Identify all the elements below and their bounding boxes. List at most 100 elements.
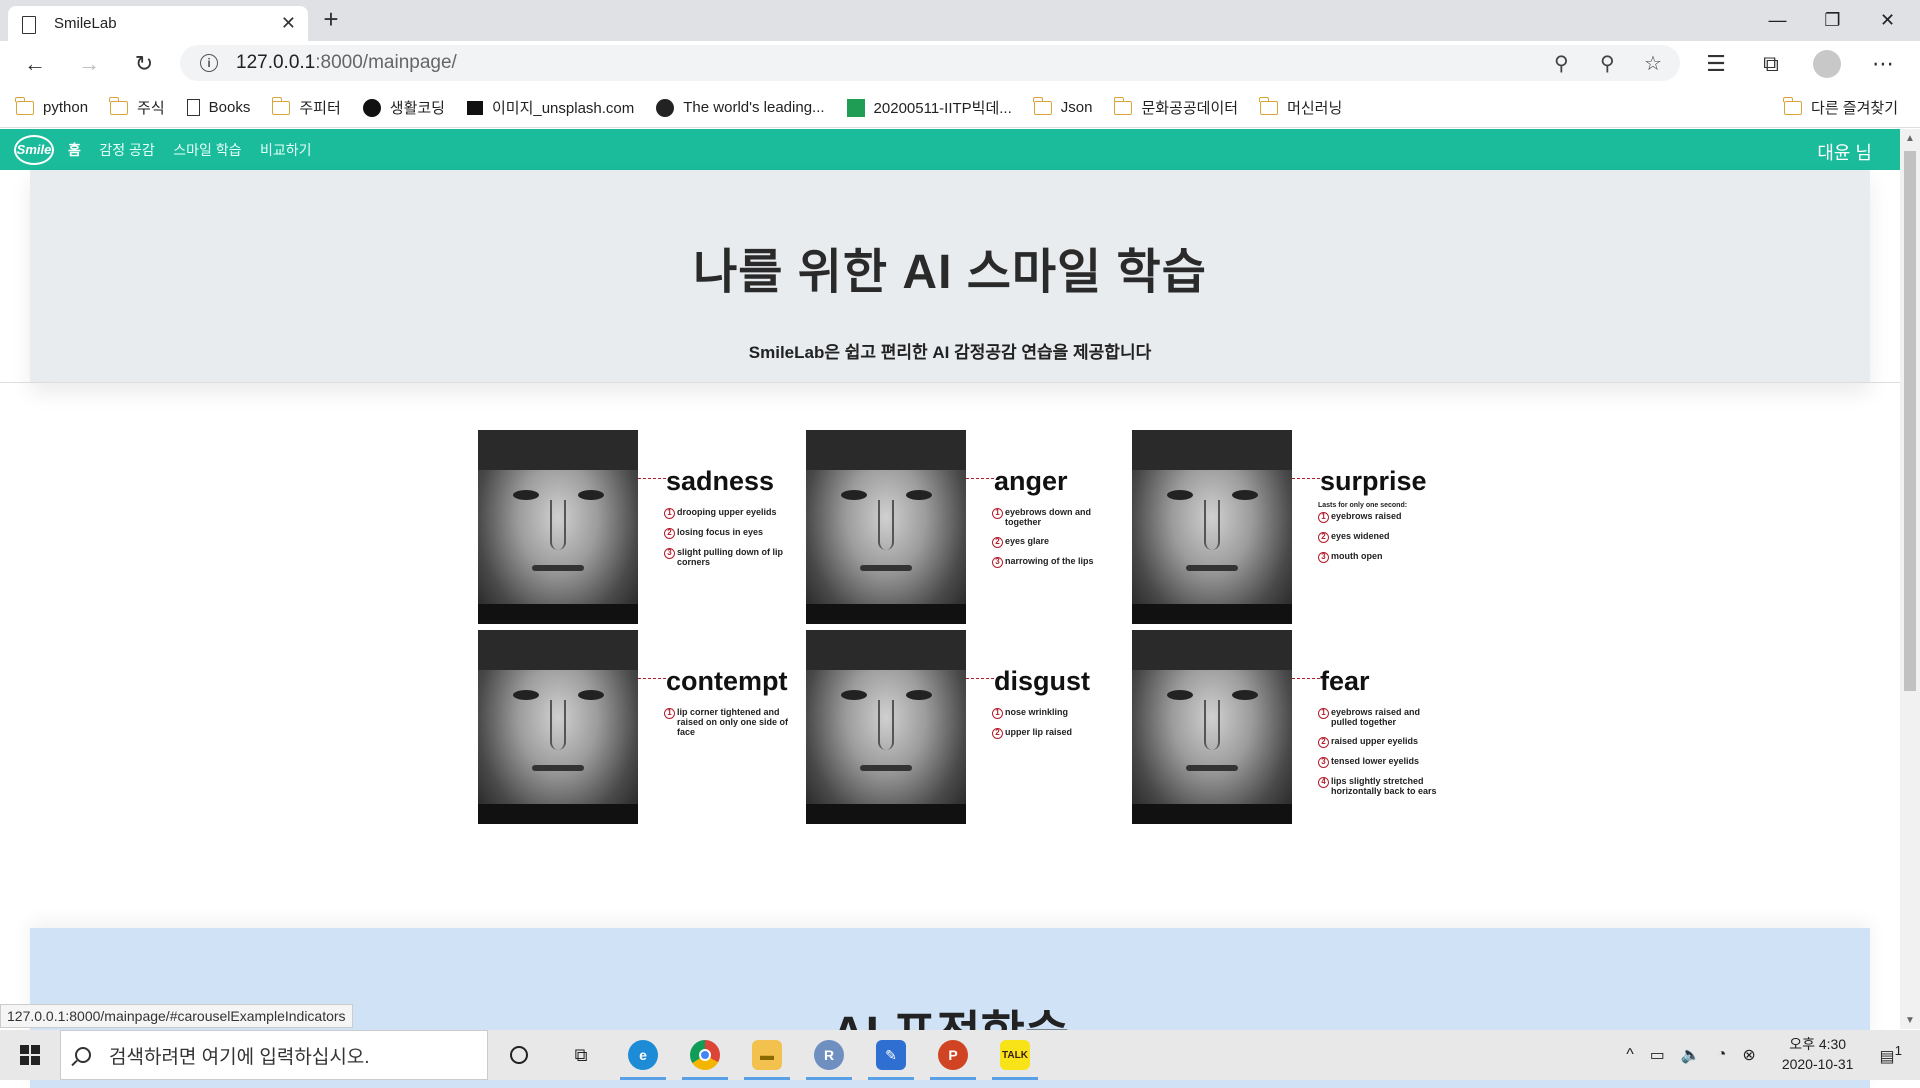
start-button[interactable] bbox=[0, 1030, 60, 1080]
bookmark-unsplash[interactable]: 이미지_unsplash.com bbox=[466, 97, 635, 118]
battery-icon[interactable]: ▭ bbox=[1650, 1045, 1665, 1065]
minimize-button[interactable]: — bbox=[1750, 0, 1805, 40]
smilelab-logo[interactable]: Smile bbox=[14, 134, 54, 165]
bookmark-label: 다른 즐겨찾기 bbox=[1811, 100, 1898, 117]
forward-button[interactable]: → bbox=[72, 47, 106, 81]
emotion-card-surprise: surprise Lasts for only one second: 1 eye… bbox=[1132, 430, 1442, 626]
more-menu-icon[interactable]: ⋯ bbox=[1866, 47, 1900, 81]
file-explorer-app[interactable]: ▬ bbox=[736, 1030, 798, 1080]
face-photo bbox=[806, 430, 966, 624]
emotion-card-anger: anger 1 eyebrows down and together 2 eyes … bbox=[806, 430, 1116, 626]
restore-button[interactable]: ❐ bbox=[1805, 0, 1860, 40]
scroll-down-arrow[interactable]: ▼ bbox=[1900, 1015, 1920, 1026]
search-placeholder: 검색하려면 여기에 입력하십시오. bbox=[109, 1046, 370, 1068]
bookmark-label: The world's leading... bbox=[683, 99, 825, 116]
ime-icon[interactable]: ⊗ bbox=[1742, 1045, 1755, 1065]
back-button[interactable]: ← bbox=[18, 47, 52, 81]
nav-empathy[interactable]: 감정 공감 bbox=[99, 142, 154, 158]
taskbar-search[interactable]: 검색하려면 여기에 입력하십시오. bbox=[60, 1030, 488, 1080]
edge-app[interactable]: e bbox=[612, 1030, 674, 1080]
note-item: 3 tensed lower eyelids bbox=[1318, 756, 1448, 768]
emotion-card-sadness: sadness 1 drooping upper eyelids 2 losing … bbox=[478, 430, 788, 626]
emotion-carousel-image[interactable]: sadness 1 drooping upper eyelids 2 losing … bbox=[478, 430, 1438, 830]
powerpoint-app[interactable]: P bbox=[922, 1030, 984, 1080]
bookmark-label: 이미지_unsplash.com bbox=[491, 100, 635, 117]
nav-compare[interactable]: 비교하기 bbox=[260, 142, 312, 158]
profile-avatar[interactable] bbox=[1810, 47, 1844, 81]
emotion-label: contempt bbox=[666, 666, 788, 696]
note-item: 1 eyebrows down and together bbox=[992, 507, 1122, 528]
scroll-thumb[interactable] bbox=[1904, 151, 1916, 691]
bookmark-culture-data[interactable]: 문화공공데이터 bbox=[1113, 96, 1239, 118]
new-tab-button[interactable]: + bbox=[316, 4, 346, 35]
emotion-notes: 1 lip corner tightened and raised on only… bbox=[664, 707, 794, 747]
unsplash-icon bbox=[466, 100, 483, 115]
face-photo bbox=[1132, 630, 1292, 824]
bookmark-books[interactable]: Books bbox=[186, 99, 250, 116]
folder-icon bbox=[1033, 96, 1052, 115]
chevron-up-icon[interactable]: ^ bbox=[1626, 1046, 1634, 1064]
bookmark-python[interactable]: python bbox=[15, 96, 89, 116]
reload-button[interactable]: ↻ bbox=[127, 47, 161, 81]
emotion-label: disgust bbox=[994, 666, 1091, 696]
site-navbar: Smile 홈 감정 공감 스마일 학습 비교하기 대윤 님 bbox=[0, 129, 1900, 170]
notification-icon[interactable]: ▤1 bbox=[1879, 1043, 1902, 1066]
bookmark-stocks[interactable]: 주식 bbox=[109, 96, 165, 118]
close-tab-icon[interactable]: ✕ bbox=[281, 13, 296, 34]
url-host: 127.0.0.1 bbox=[236, 52, 316, 73]
emotion-notes: 1 eyebrows down and together 2 eyes glare … bbox=[992, 507, 1122, 577]
note-item: 3 slight pulling down of lip corners bbox=[664, 547, 794, 568]
nav-smile-learning[interactable]: 스마일 학습 bbox=[173, 142, 241, 158]
nav-menu: 홈 감정 공감 스마일 학습 비교하기 bbox=[54, 140, 312, 160]
bookmark-github[interactable]: The world's leading... bbox=[656, 98, 825, 117]
mute-icon[interactable]: 🔈 bbox=[1681, 1045, 1701, 1065]
note-item: 1 nose wrinkling bbox=[992, 707, 1122, 719]
zoom-icon[interactable]: ⚲ bbox=[1600, 51, 1615, 76]
bookmark-ml[interactable]: 머신러닝 bbox=[1259, 96, 1342, 118]
hero-subtitle: SmileLab은 쉽고 편리한 AI 감정공감 연습을 제공합니다 bbox=[748, 343, 1152, 362]
leader-line bbox=[966, 678, 994, 679]
folder-icon bbox=[1783, 96, 1803, 115]
bookmark-opentutorials[interactable]: 생활코딩 bbox=[362, 97, 445, 118]
hero-panel: 나를 위한 AI 스마일 학습 SmileLab은 쉽고 편리한 AI 감정공감… bbox=[30, 170, 1870, 383]
folder-icon bbox=[109, 96, 129, 115]
leader-line bbox=[638, 678, 666, 679]
browser-toolbar: ← → ↻ i 127.0.0.1:8000/mainpage/ ⚲ ⚲ ☆ ☰… bbox=[0, 41, 1920, 87]
cortana-button[interactable] bbox=[488, 1030, 550, 1080]
r-app[interactable]: R bbox=[798, 1030, 860, 1080]
nav-home[interactable]: 홈 bbox=[68, 142, 81, 158]
folder-icon bbox=[1113, 96, 1133, 115]
sheets-icon bbox=[846, 98, 865, 117]
face-photo bbox=[806, 630, 966, 824]
close-window-button[interactable]: ✕ bbox=[1860, 0, 1915, 40]
scroll-up-arrow[interactable]: ▲ bbox=[1900, 133, 1920, 144]
user-name[interactable]: 대윤 님 bbox=[1817, 139, 1872, 165]
bookmark-label: python bbox=[43, 99, 89, 116]
favorites-icon[interactable]: ☰ bbox=[1699, 47, 1733, 81]
collections-icon[interactable]: ⧉ bbox=[1754, 47, 1788, 81]
leader-line bbox=[638, 478, 666, 479]
bookmark-jupyter[interactable]: 주피터 bbox=[271, 96, 341, 118]
info-icon[interactable]: i bbox=[200, 54, 218, 72]
chrome-app[interactable] bbox=[674, 1030, 736, 1080]
note-caption: Lasts for only one second: bbox=[1318, 502, 1408, 509]
page-scrollbar[interactable]: ▲ ▼ bbox=[1900, 129, 1920, 1029]
note-item: 4 lips slightly stretched horizontally ba… bbox=[1318, 776, 1448, 797]
task-view-button[interactable]: ⧉ bbox=[550, 1030, 612, 1080]
page-icon bbox=[186, 99, 200, 116]
star-icon[interactable]: ☆ bbox=[1644, 51, 1662, 76]
emotion-notes: Lasts for only one second: 1 eyebrows rai… bbox=[1318, 502, 1448, 572]
kakaotalk-app[interactable]: TALK bbox=[984, 1030, 1046, 1080]
bookmark-iitp[interactable]: 20200511-IITP빅데... bbox=[846, 97, 1012, 118]
bookmark-json[interactable]: Json bbox=[1033, 96, 1092, 116]
wifi-icon[interactable]: ◔ bbox=[1717, 1046, 1727, 1064]
bookmark-label: 문화공공데이터 bbox=[1141, 100, 1239, 117]
emotion-label: anger bbox=[994, 466, 1068, 496]
leader-line bbox=[1292, 678, 1320, 679]
key-icon[interactable]: ⚲ bbox=[1554, 51, 1569, 76]
bookmark-other[interactable]: 다른 즐겨찾기 bbox=[1783, 96, 1898, 118]
address-bar[interactable]: i 127.0.0.1:8000/mainpage/ ⚲ ⚲ ☆ bbox=[180, 45, 1680, 81]
browser-tab[interactable]: SmileLab ✕ bbox=[8, 6, 308, 41]
editor-app[interactable]: ✎ bbox=[860, 1030, 922, 1080]
clock[interactable]: 오후 4:30 2020-10-31 bbox=[1782, 1035, 1854, 1074]
